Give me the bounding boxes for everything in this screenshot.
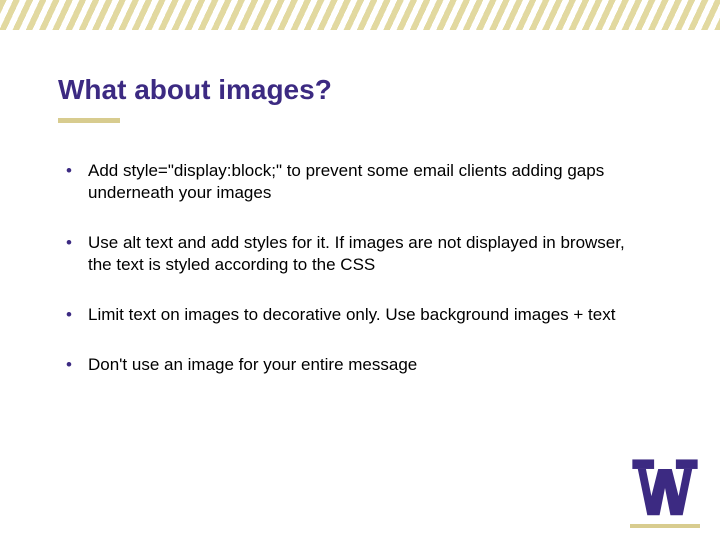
bullet-text: Add style="display:block;" to prevent so… [88, 160, 646, 204]
list-item: • Don't use an image for your entire mes… [66, 354, 646, 376]
title-underline [58, 118, 120, 123]
bullet-icon: • [66, 232, 88, 254]
bullet-text: Use alt text and add styles for it. If i… [88, 232, 646, 276]
logo-underline [630, 524, 700, 528]
bullet-icon: • [66, 304, 88, 326]
decorative-top-stripe [0, 0, 720, 30]
slide-title: What about images? [58, 74, 332, 106]
bullet-text: Don't use an image for your entire messa… [88, 354, 646, 376]
list-item: • Limit text on images to decorative onl… [66, 304, 646, 326]
uw-logo-icon [630, 454, 700, 522]
bullet-icon: • [66, 354, 88, 376]
bullet-icon: • [66, 160, 88, 182]
bullet-text: Limit text on images to decorative only.… [88, 304, 646, 326]
list-item: • Use alt text and add styles for it. If… [66, 232, 646, 276]
list-item: • Add style="display:block;" to prevent … [66, 160, 646, 204]
bullet-list: • Add style="display:block;" to prevent … [66, 160, 646, 405]
